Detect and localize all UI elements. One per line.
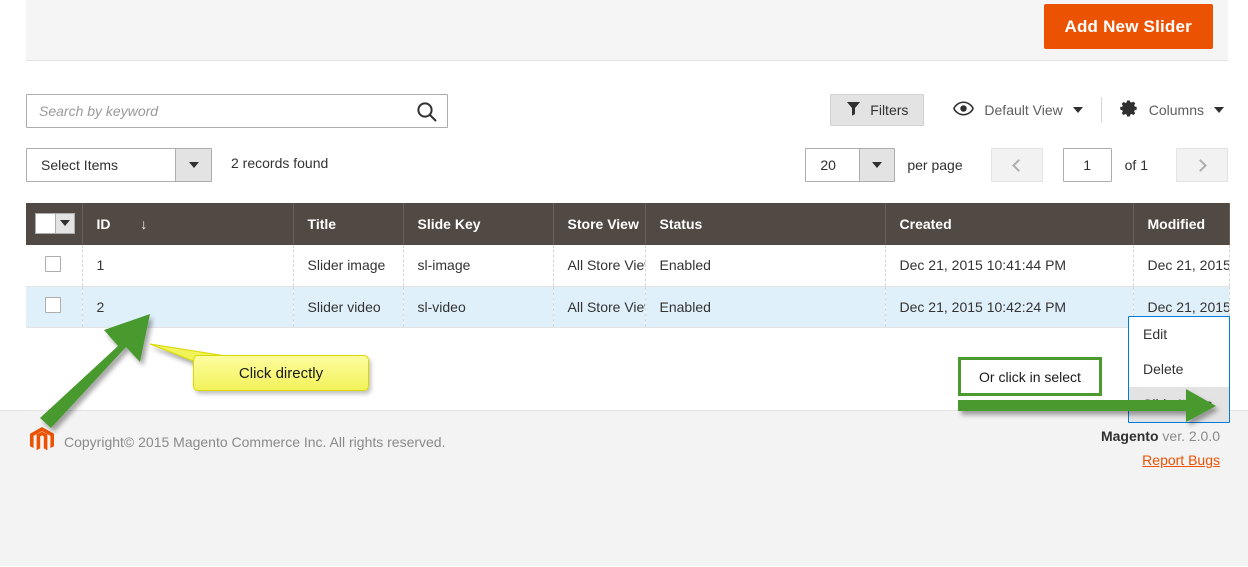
select-items-label: Select Items xyxy=(41,157,119,173)
default-view-label: Default View xyxy=(984,102,1063,118)
eye-icon xyxy=(953,101,975,119)
current-page-input[interactable]: 1 xyxy=(1062,148,1112,182)
chevron-down-icon xyxy=(175,149,211,181)
menu-item-slide-items[interactable]: Slide Items xyxy=(1129,387,1229,422)
footer: Copyright© 2015 Magento Commerce Inc. Al… xyxy=(0,410,1248,566)
gear-icon xyxy=(1120,99,1139,121)
version-block: Magento ver. 2.0.0 Report Bugs xyxy=(1101,428,1220,468)
chevron-down-icon xyxy=(1214,107,1224,113)
per-page-label: per page xyxy=(907,157,963,173)
search-icon[interactable] xyxy=(415,100,439,124)
version-number: ver. 2.0.0 xyxy=(1158,428,1220,444)
cell-status: Enabled xyxy=(645,245,886,287)
brand-name: Magento xyxy=(1100,428,1159,444)
magento-logo-icon xyxy=(30,427,54,456)
next-page-button[interactable] xyxy=(1176,148,1228,182)
column-header-modified[interactable]: Modified xyxy=(1133,203,1230,245)
previous-page-button[interactable] xyxy=(990,148,1043,182)
chevron-left-icon xyxy=(1011,158,1025,172)
callout-tail-icon xyxy=(149,343,233,363)
cell-status: Enabled xyxy=(645,286,886,328)
checkbox-icon[interactable] xyxy=(45,297,61,313)
table-row[interactable]: 2 Slider video sl-video All Store Views … xyxy=(26,286,1230,328)
cell-slide-key: sl-video xyxy=(403,286,554,328)
arrow-down-icon: ↓ xyxy=(140,216,148,232)
column-header-status[interactable]: Status xyxy=(645,203,886,245)
cell-created: Dec 21, 2015 10:42:24 PM xyxy=(885,286,1134,328)
search-input[interactable] xyxy=(37,95,397,127)
columns-dropdown[interactable]: Columns xyxy=(1116,94,1228,126)
per-page-value: 20 xyxy=(820,157,836,173)
toolbar-divider xyxy=(1100,97,1102,123)
total-pages-label: of 1 xyxy=(1124,157,1148,173)
select-all-checkbox-dropdown[interactable] xyxy=(35,212,75,234)
search-toolbar: Filters Default View Columns xyxy=(26,94,1228,130)
column-header-title[interactable]: Title xyxy=(293,203,404,245)
column-header-created[interactable]: Created xyxy=(885,203,1134,245)
columns-label: Columns xyxy=(1148,102,1204,118)
add-new-slider-button[interactable]: Add New Slider xyxy=(1043,4,1213,49)
cell-store-view: All Store Views xyxy=(553,286,646,328)
chevron-down-icon[interactable] xyxy=(55,213,74,233)
row-checkbox-cell[interactable] xyxy=(26,286,83,328)
pagination: 20 per page 1 of 1 xyxy=(805,148,1228,182)
search-box[interactable] xyxy=(26,94,448,128)
page-actions-bar: Add New Slider xyxy=(26,0,1228,61)
row-action-menu[interactable]: Edit Delete Slide Items xyxy=(1128,316,1230,423)
row-checkbox-cell[interactable] xyxy=(26,245,83,287)
filters-label: Filters xyxy=(870,102,909,118)
checkbox-icon[interactable] xyxy=(45,255,61,272)
cell-slide-key: sl-image xyxy=(403,245,554,287)
menu-item-edit[interactable]: Edit xyxy=(1129,317,1229,352)
cell-title: Slider video xyxy=(293,286,404,328)
select-items-dropdown[interactable]: Select Items xyxy=(26,148,212,182)
checkbox-icon[interactable] xyxy=(36,213,55,233)
chevron-right-icon xyxy=(1194,158,1207,172)
version-text: Magento ver. 2.0.0 xyxy=(1101,428,1220,444)
select-all-header[interactable] xyxy=(26,203,83,245)
column-header-slide-key[interactable]: Slide Key xyxy=(403,203,554,245)
cell-id: 1 xyxy=(82,245,294,287)
column-header-id[interactable]: ID ↓ xyxy=(82,203,294,245)
per-page-select[interactable]: 20 xyxy=(805,148,896,182)
view-controls: Filters Default View Columns xyxy=(830,94,1228,126)
annotation-or-click-in-select: Or click in select xyxy=(958,357,1102,396)
cell-created: Dec 21, 2015 10:41:44 PM xyxy=(885,245,1134,287)
report-bugs-link[interactable]: Report Bugs xyxy=(1101,452,1220,468)
menu-item-delete[interactable]: Delete xyxy=(1129,352,1229,387)
cell-store-view: All Store Views xyxy=(553,245,646,287)
chevron-down-icon xyxy=(1072,107,1083,113)
chevron-down-icon xyxy=(859,149,895,181)
column-header-store-view[interactable]: Store View xyxy=(553,203,646,245)
cell-modified: Dec 21, 2015 10:41:44 PM xyxy=(1133,245,1230,287)
table-row[interactable]: 1 Slider image sl-image All Store Views … xyxy=(26,245,1230,287)
funnel-icon xyxy=(846,101,861,119)
default-view-dropdown[interactable]: Default View xyxy=(949,94,1086,126)
cell-id: 2 xyxy=(82,286,294,328)
filters-button[interactable]: Filters xyxy=(830,94,925,126)
copyright-text: Copyright© 2015 Magento Commerce Inc. Al… xyxy=(64,433,446,450)
grid-actions-bar: Select Items 2 records found 20 per page… xyxy=(26,148,1228,184)
grid-header-row: ID ↓ Title Slide Key Store View Status C… xyxy=(26,203,1248,245)
cell-title: Slider image xyxy=(293,245,404,287)
annotation-click-directly: Click directly xyxy=(193,355,369,391)
copyright-block: Copyright© 2015 Magento Commerce Inc. Al… xyxy=(30,427,446,456)
records-found-text: 2 records found xyxy=(231,155,329,171)
sliders-grid: ID ↓ Title Slide Key Store View Status C… xyxy=(26,203,1248,328)
